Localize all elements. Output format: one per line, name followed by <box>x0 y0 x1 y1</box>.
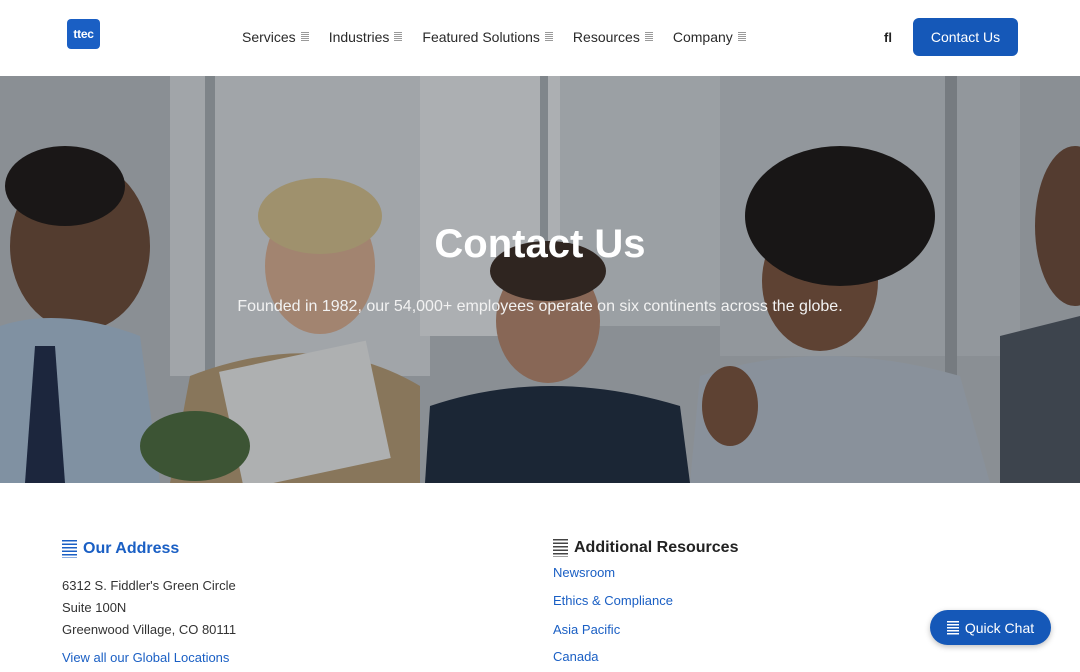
menu-lines-icon <box>737 32 746 42</box>
quick-chat-button[interactable]: Quick Chat <box>930 610 1051 645</box>
lines-icon <box>553 539 568 557</box>
asia-pacific-link[interactable]: Asia Pacific <box>553 622 620 637</box>
nav-featured-solutions-label: Featured Solutions <box>422 29 540 45</box>
nav-industries-label: Industries <box>328 29 390 45</box>
address-line-2: Suite 100N <box>62 600 127 615</box>
resources-heading: Additional Resources <box>553 539 738 557</box>
menu-lines-icon <box>544 32 553 42</box>
resources-heading-label: Additional Resources <box>574 539 739 556</box>
hero-banner: Contact Us Founded in 1982, our 54,000+ … <box>0 76 1080 483</box>
address-line-3: Greenwood Village, CO 80111 <box>62 622 237 637</box>
hero-overlay <box>0 76 1080 483</box>
nav-featured-solutions[interactable]: Featured Solutions <box>422 29 553 45</box>
ethics-compliance-link[interactable]: Ethics & Compliance <box>553 593 673 608</box>
canada-link[interactable]: Canada <box>553 649 599 664</box>
chat-lines-icon <box>946 620 959 635</box>
address-line-1: 6312 S. Fiddler's Green Circle <box>62 578 236 593</box>
nav-services-label: Services <box>242 29 296 45</box>
address-heading: Our Address <box>62 540 179 558</box>
nav-industries[interactable]: Industries <box>329 29 403 45</box>
contact-us-button[interactable]: Contact Us <box>913 18 1018 56</box>
page-title: Contact Us <box>434 222 646 266</box>
nav-company-label: Company <box>672 29 733 45</box>
search-icon[interactable]: fl <box>884 30 892 45</box>
hero-subtitle: Founded in 1982, our 54,000+ employees o… <box>237 298 843 315</box>
nav-resources-label: Resources <box>572 29 640 45</box>
nav-services[interactable]: Services <box>242 29 309 45</box>
nav-company[interactable]: Company <box>673 29 746 45</box>
quick-chat-label: Quick Chat <box>964 619 1035 636</box>
menu-lines-icon <box>394 32 403 42</box>
lines-icon <box>62 540 77 558</box>
ttec-logo[interactable]: ttec <box>67 19 100 49</box>
site-header: ttec Services Industries Featured Soluti… <box>0 0 1080 76</box>
menu-lines-icon <box>644 32 653 42</box>
newsroom-link[interactable]: Newsroom <box>553 565 615 580</box>
nav-resources[interactable]: Resources <box>573 29 653 45</box>
menu-lines-icon <box>300 32 309 42</box>
address-heading-label: Our Address <box>83 540 180 557</box>
global-locations-link[interactable]: View all our Global Locations <box>62 650 229 665</box>
main-nav: Services Industries Featured Solutions R… <box>242 29 746 45</box>
